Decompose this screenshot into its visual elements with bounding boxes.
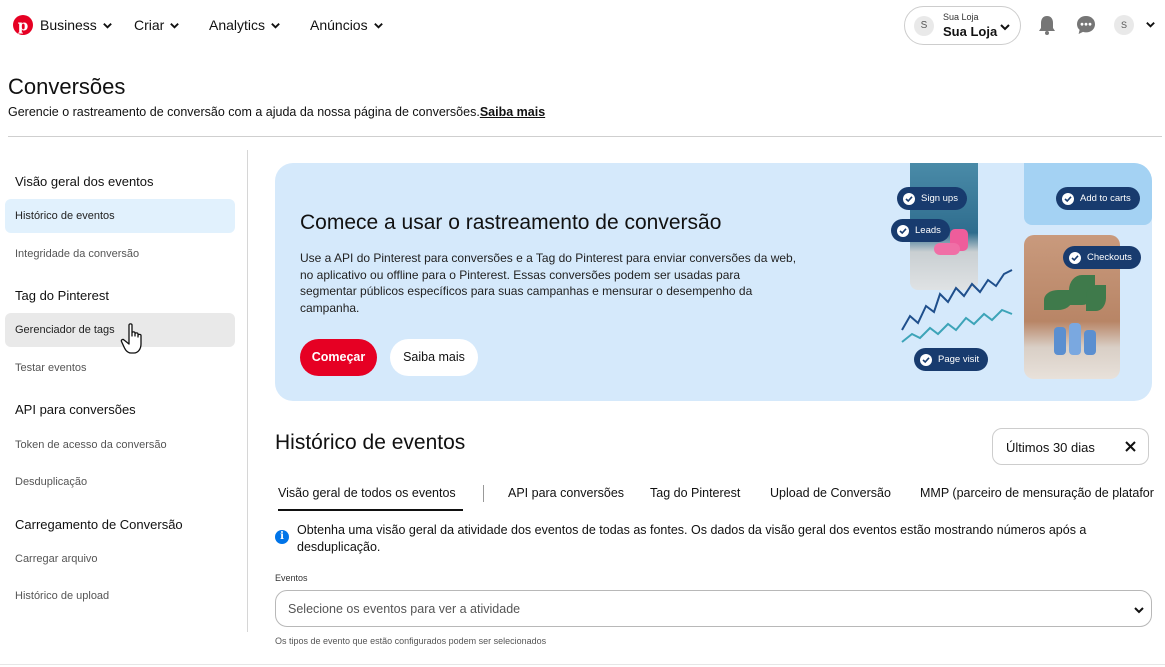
sidebar-item-carregar-arquivo[interactable]: Carregar arquivo [5, 542, 235, 576]
criar-menu-label: Criar [134, 17, 165, 33]
check-icon [897, 224, 909, 237]
pill-leads: Leads [891, 219, 950, 242]
check-icon [1069, 251, 1081, 264]
info-message: Obtenha uma visão geral da atividade dos… [297, 523, 1087, 554]
section-title: Histórico de eventos [275, 431, 466, 454]
info-icon: i [275, 530, 289, 544]
criar-menu[interactable]: Criar [134, 17, 180, 33]
pinterest-logo-icon[interactable]: p [13, 15, 33, 35]
pill-label: Sign ups [921, 193, 958, 204]
tab-tag-pinterest[interactable]: Tag do Pinterest [650, 486, 740, 500]
events-help-text: Os tipos de evento que estão configurado… [275, 636, 547, 646]
top-navigation: p Business Criar Analytics Anúncios S Su… [0, 0, 1165, 52]
chevron-down-icon [170, 22, 180, 29]
events-select-placeholder: Selecione os eventos para ver a atividad… [288, 602, 521, 616]
bottom-divider [0, 664, 1165, 665]
eventos-label: Eventos [275, 573, 308, 583]
anuncios-menu-label: Anúncios [310, 17, 368, 33]
chevron-down-icon [373, 22, 383, 29]
chevron-down-icon [271, 22, 280, 29]
close-icon[interactable] [1124, 440, 1137, 453]
sidebar-item-token-acesso[interactable]: Token de acesso da conversão [5, 428, 235, 462]
chevron-down-icon[interactable] [1145, 19, 1156, 30]
pill-label: Add to carts [1080, 193, 1131, 204]
banner-description: Use a API do Pinterest para conversões e… [300, 251, 797, 315]
pill-add-to-carts: Add to carts [1056, 187, 1140, 210]
svg-text:p: p [18, 17, 29, 35]
pill-sign-ups: Sign ups [897, 187, 967, 210]
hand-pointer-cursor-icon [120, 323, 142, 354]
banner-saiba-mais-button[interactable]: Saiba mais [390, 339, 478, 376]
sidebar-heading-api-conversoes: API para conversões [15, 402, 136, 417]
account-small-label: Sua Loja [943, 12, 979, 22]
comecar-button[interactable]: Começar [300, 339, 377, 376]
profile-avatar[interactable]: S [1114, 15, 1134, 35]
analytics-menu-label: Analytics [209, 17, 266, 33]
saiba-mais-link[interactable]: Saiba mais [480, 105, 545, 119]
tab-api-conversoes[interactable]: API para conversões [508, 486, 624, 500]
pill-page-visit: Page visit [914, 348, 989, 371]
page-subtitle-text: Gerencie o rastreamento de conversão com… [8, 105, 480, 119]
account-name: Sua Loja [943, 24, 998, 39]
check-icon [920, 353, 932, 366]
pill-label: Page visit [938, 354, 980, 365]
account-switcher[interactable]: S Sua Loja Sua Loja [904, 6, 1021, 45]
sidebar-item-testar-eventos[interactable]: Testar eventos [5, 351, 235, 385]
notifications-bell-icon[interactable] [1036, 14, 1058, 36]
pill-label: Checkouts [1087, 252, 1132, 263]
chevron-down-icon [1000, 24, 1010, 31]
date-range-label: Últimos 30 dias [1006, 440, 1095, 455]
business-menu-label: Business [40, 17, 97, 33]
header-divider [8, 136, 1162, 137]
sidebar-item-historico-upload[interactable]: Histórico de upload [5, 579, 235, 613]
sidebar-item-historico-eventos[interactable]: Histórico de eventos [5, 199, 235, 233]
business-menu[interactable]: Business [40, 17, 113, 33]
anuncios-menu[interactable]: Anúncios [310, 17, 384, 33]
chevron-down-icon [102, 22, 112, 29]
tab-separator [483, 485, 484, 502]
messages-chat-icon[interactable] [1075, 14, 1097, 36]
active-tab-indicator [278, 509, 463, 511]
banner-title: Comece a usar o rastreamento de conversã… [300, 211, 722, 234]
page-subtitle: Gerencie o rastreamento de conversão com… [8, 105, 545, 119]
tab-upload-conversao[interactable]: Upload de Conversão [770, 486, 891, 500]
onboarding-banner: Comece a usar o rastreamento de conversã… [275, 163, 1152, 401]
page-title: Conversões [8, 74, 126, 99]
sidebar-heading-carregamento: Carregamento de Conversão [15, 517, 183, 532]
events-select[interactable]: Selecione os eventos para ver a atividad… [275, 590, 1152, 627]
analytics-menu[interactable]: Analytics [209, 17, 281, 33]
account-avatar: S [914, 16, 934, 36]
check-icon [1062, 192, 1074, 205]
sidebar-heading-visao-geral: Visão geral dos eventos [15, 174, 154, 189]
chevron-down-icon [1134, 607, 1144, 614]
check-icon [903, 192, 915, 205]
trend-lines-illustration [901, 269, 1013, 343]
sidebar-item-integridade-conversao[interactable]: Integridade da conversão [5, 237, 235, 271]
sidebar-heading-tag-pinterest: Tag do Pinterest [15, 288, 109, 303]
tab-visao-geral[interactable]: Visão geral de todos os eventos [278, 486, 456, 500]
pill-checkouts: Checkouts [1063, 246, 1141, 269]
pill-label: Leads [915, 225, 941, 236]
event-tabs: Visão geral de todos os eventos API para… [275, 476, 1165, 512]
tab-mmp[interactable]: MMP (parceiro de mensuração de platafor [920, 486, 1154, 500]
date-range-filter[interactable]: Últimos 30 dias [992, 428, 1149, 465]
sidebar-item-desduplicacao[interactable]: Desduplicação [5, 465, 235, 499]
